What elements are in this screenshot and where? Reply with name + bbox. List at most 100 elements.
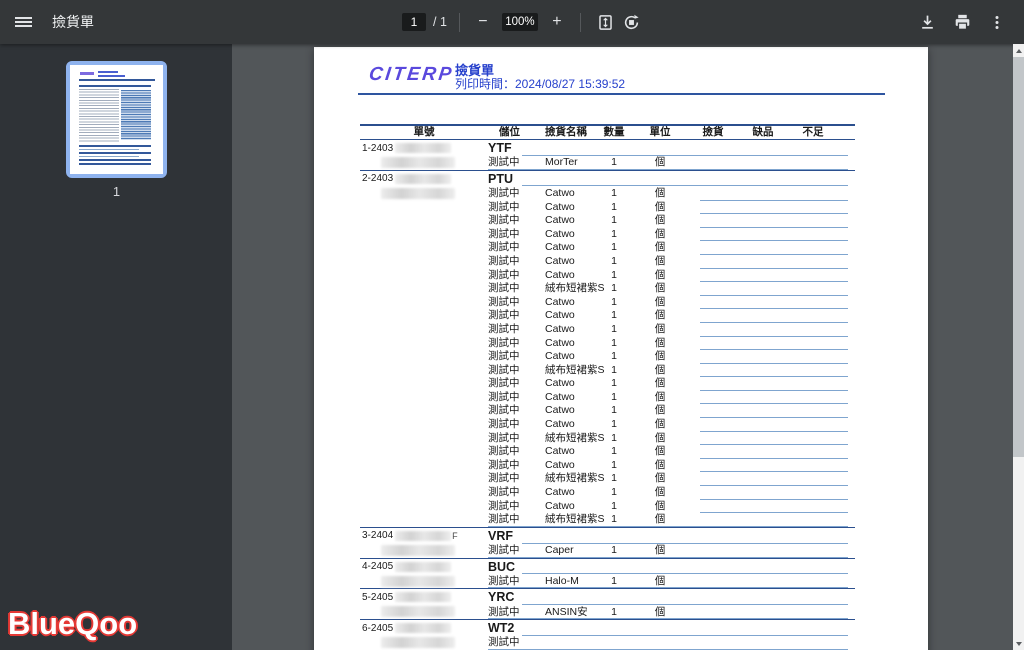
zoom-level-input[interactable]: 100% xyxy=(502,13,538,31)
item-qty: 1 xyxy=(596,391,632,405)
rotate-button[interactable] xyxy=(619,8,645,36)
column-header: 撿貨名稱 xyxy=(545,126,596,139)
pdf-toolbar: 撿貨單 / 1 − 100% + xyxy=(0,0,1024,44)
item-name xyxy=(545,636,596,650)
item-name: Catwo xyxy=(545,228,596,242)
item-row: 測試中Catwo1個 xyxy=(360,486,855,500)
redacted-text xyxy=(395,143,451,153)
item-status: 測試中 xyxy=(488,544,545,558)
item-name: Catwo xyxy=(545,459,596,473)
scroll-up-button[interactable] xyxy=(1013,44,1024,57)
item-qty: 1 xyxy=(596,486,632,500)
order-number-line1: 3-2404 F xyxy=(362,530,488,542)
item-row: 測試中Catwo1個 xyxy=(360,337,855,351)
item-name: Catwo xyxy=(545,418,596,432)
item-unit: 個 xyxy=(632,241,688,255)
menu-button[interactable] xyxy=(0,0,46,44)
order-number: 5-2405 xyxy=(362,591,488,617)
item-status: 測試中 xyxy=(488,445,545,459)
order-suffix: F xyxy=(452,531,458,541)
order-group: 2-2403PTU測試中Catwo1個測試中Catwo1個測試中Catwo1個測… xyxy=(360,171,855,528)
redacted-text xyxy=(395,174,451,184)
item-qty: 1 xyxy=(596,513,632,527)
item-name: ANSIN安 xyxy=(545,606,596,620)
redacted-text xyxy=(381,545,455,556)
redacted-text xyxy=(395,531,451,541)
item-name: Catwo xyxy=(545,337,596,351)
header-divider xyxy=(358,93,885,95)
more-options-button[interactable] xyxy=(984,8,1010,36)
table-header-row: 單號儲位撿貨名稱數量單位撿貨缺品不足 xyxy=(360,126,855,140)
item-qty: 1 xyxy=(596,472,632,486)
item-unit: 個 xyxy=(632,418,688,432)
scroll-down-button[interactable] xyxy=(1013,637,1024,650)
order-prefix: 3-2404 xyxy=(362,530,393,541)
item-status: 測試中 xyxy=(488,350,545,364)
item-name: Catwo xyxy=(545,404,596,418)
item-unit: 個 xyxy=(632,377,688,391)
item-qty: 1 xyxy=(596,228,632,242)
page-total-label: / 1 xyxy=(433,15,447,29)
item-unit: 個 xyxy=(632,337,688,351)
item-row: 測試中絨布短裙紫S1個 xyxy=(360,364,855,378)
item-unit: 個 xyxy=(632,486,688,500)
item-row: 測試中Catwo1個 xyxy=(360,323,855,337)
item-row: 測試中Catwo1個 xyxy=(360,377,855,391)
arrow-up-icon xyxy=(1016,49,1022,53)
item-name: Halo-M xyxy=(545,575,596,589)
location-code: YTF xyxy=(488,140,512,156)
download-icon xyxy=(919,14,936,31)
item-name: Catwo xyxy=(545,187,596,201)
item-status: 測試中 xyxy=(488,214,545,228)
item-unit: 個 xyxy=(632,201,688,215)
fill-in-line xyxy=(488,169,848,170)
item-qty: 1 xyxy=(596,269,632,283)
item-row: 測試中Catwo1個 xyxy=(360,296,855,310)
order-prefix: 4-2405 xyxy=(362,561,393,572)
item-qty: 1 xyxy=(596,544,632,558)
order-number: 6-2405 xyxy=(362,622,488,648)
item-status: 測試中 xyxy=(488,606,545,620)
hamburger-icon xyxy=(15,15,32,29)
item-row: 測試中Catwo1個 xyxy=(360,445,855,459)
item-row: 測試中絨布短裙紫S1個 xyxy=(360,472,855,486)
item-status: 測試中 xyxy=(488,391,545,405)
zoom-out-button[interactable]: − xyxy=(472,10,494,34)
item-unit: 個 xyxy=(632,269,688,283)
item-row: 測試中Catwo1個 xyxy=(360,350,855,364)
order-number-line1: 2-2403 xyxy=(362,173,488,185)
item-status: 測試中 xyxy=(488,418,545,432)
order-group: 3-2404FVRF測試中Caper1個 xyxy=(360,528,855,559)
order-number: 1-2403 xyxy=(362,142,488,168)
order-group: 4-2405BUC測試中Halo-M1個 xyxy=(360,559,855,590)
item-qty: 1 xyxy=(596,404,632,418)
page-thumbnail[interactable] xyxy=(66,61,167,178)
item-qty: 1 xyxy=(596,350,632,364)
download-button[interactable] xyxy=(914,8,940,36)
item-row: 測試中絨布短裙紫S1個 xyxy=(360,282,855,296)
order-prefix: 2-2403 xyxy=(362,173,393,184)
page-number-input[interactable] xyxy=(402,13,426,31)
order-number-line1: 5-2405 xyxy=(362,591,488,603)
column-header: 數量 xyxy=(596,126,632,139)
item-name: 絨布短裙紫S xyxy=(545,432,596,446)
watermark-logo: BlueQoo xyxy=(8,606,137,642)
item-unit: 個 xyxy=(632,513,688,527)
fit-to-page-button[interactable] xyxy=(593,8,619,36)
item-unit: 個 xyxy=(632,544,688,558)
item-row: 測試中絨布短裙紫S1個 xyxy=(360,432,855,446)
item-unit: 個 xyxy=(632,323,688,337)
print-button[interactable] xyxy=(949,8,975,36)
item-qty: 1 xyxy=(596,214,632,228)
zoom-in-button[interactable]: + xyxy=(546,10,568,34)
vertical-scrollbar[interactable] xyxy=(1013,44,1024,650)
fill-in-line xyxy=(488,618,848,619)
item-row: 測試中Catwo1個 xyxy=(360,241,855,255)
thumbnail-page-number: 1 xyxy=(66,184,167,199)
item-qty: 1 xyxy=(596,296,632,310)
item-qty: 1 xyxy=(596,323,632,337)
pdf-viewport[interactable]: CITERP 撿貨單 列印時間：2024/08/27 15:39:52 單號儲位… xyxy=(232,44,1013,650)
item-unit: 個 xyxy=(632,445,688,459)
scrollbar-thumb[interactable] xyxy=(1013,57,1024,457)
item-row: 測試中Catwo1個 xyxy=(360,391,855,405)
